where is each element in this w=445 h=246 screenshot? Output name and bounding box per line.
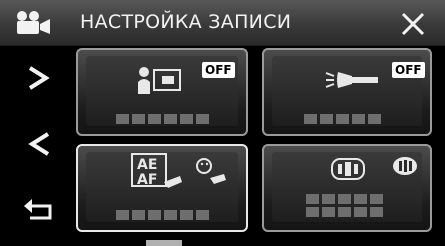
next-page-button[interactable] xyxy=(16,56,62,102)
wind-cut-mode-icon xyxy=(393,157,417,175)
back-button[interactable] xyxy=(16,186,62,232)
backlight-compensation-icon xyxy=(138,67,181,94)
status-badge: OFF xyxy=(392,62,425,78)
value-placeholder xyxy=(304,114,381,124)
page-title: НАСТРОЙКА ЗАПИСИ xyxy=(80,11,292,33)
value-placeholder xyxy=(306,194,396,217)
tile-wind-cut[interactable] xyxy=(262,144,432,232)
scroll-handle[interactable] xyxy=(146,240,182,246)
chevron-right-icon xyxy=(28,66,50,90)
tile-touch-priority-ae-af[interactable]: AE AF xyxy=(76,144,248,232)
ae-af-touch-icon: AE AF xyxy=(131,153,226,188)
value-placeholder xyxy=(116,114,209,124)
tile-video-light[interactable]: OFF xyxy=(262,48,432,136)
video-camera-icon xyxy=(17,11,50,34)
svg-text:AF: AF xyxy=(137,172,157,188)
header-bar: НАСТРОЙКА ЗАПИСИ xyxy=(0,0,445,46)
chevron-left-icon xyxy=(28,132,50,156)
prev-page-button[interactable] xyxy=(16,122,62,168)
wind-cut-icon xyxy=(331,158,365,180)
value-placeholder xyxy=(116,210,209,220)
tile-backlight-compensation[interactable]: OFF xyxy=(76,48,248,136)
return-arrow-icon xyxy=(24,199,52,220)
svg-text:AE: AE xyxy=(137,157,157,173)
recording-settings-screen: НАСТРОЙКА ЗАПИСИ OFF OFF AE AF xyxy=(0,0,445,246)
status-badge: OFF xyxy=(202,62,235,78)
video-light-icon xyxy=(325,72,378,88)
close-icon[interactable] xyxy=(398,9,428,39)
